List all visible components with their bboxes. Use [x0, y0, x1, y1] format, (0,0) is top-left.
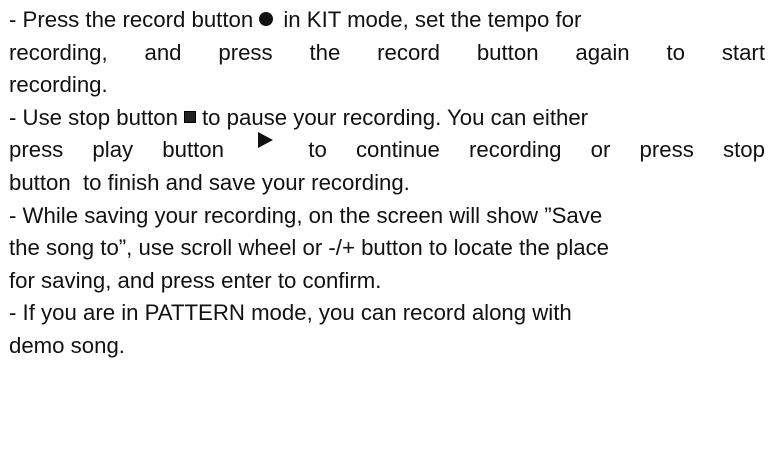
word: button [476, 39, 539, 65]
word: press [218, 39, 273, 65]
word: press [9, 137, 64, 163]
word: continue [355, 137, 440, 163]
word: record [377, 39, 441, 65]
paragraph-4-line-1: - If you are in PATTERN mode, you can re… [9, 300, 572, 326]
paragraph-1-line-1: - Press the record button in KIT mode, s… [9, 4, 765, 37]
paragraph-4-line-2: demo song. [9, 332, 125, 358]
play-icon [258, 132, 274, 149]
word: recording, [9, 39, 108, 65]
paragraph-3-line-3: for saving, and press enter to confirm. [9, 267, 382, 293]
paragraph-1-line-3: recording. [9, 72, 108, 98]
paragraph-1-text-a: - Press the record button [9, 7, 254, 32]
instructions-text: - Press the record button in KIT mode, s… [9, 4, 765, 363]
word: recording [469, 137, 562, 163]
word: button [162, 137, 224, 163]
word: stop [722, 137, 765, 163]
word: or [590, 137, 611, 163]
word: the [309, 39, 341, 65]
paragraph-2-text-a: - Use stop button [9, 104, 178, 130]
paragraph-2-text-b: to pause your recording. You can either [201, 104, 589, 130]
paragraph-3-line-2: the song to”, use scroll wheel or -/+ bu… [9, 235, 610, 261]
paragraph-1-line-2: recording, and press the record button again to… [9, 37, 765, 70]
word: again [575, 39, 630, 65]
word: start [721, 39, 765, 65]
word: to [666, 39, 685, 65]
paragraph-2-line-1: - Use stop button to pause your recording… [9, 102, 765, 135]
word: press [639, 137, 694, 163]
paragraph-3-line-1: - While saving your recording, on the sc… [9, 202, 603, 228]
word: play [92, 137, 134, 163]
paragraph-2-line-2: press play button to continue recording or pres… [9, 132, 765, 167]
word: to [308, 137, 327, 163]
word: and [144, 39, 182, 65]
paragraph-2-line-3: button to finish and save your recording… [9, 169, 410, 195]
stop-icon [183, 110, 196, 123]
record-icon [259, 12, 274, 27]
paragraph-1-text-b: in KIT mode, set the tempo for [283, 7, 582, 32]
